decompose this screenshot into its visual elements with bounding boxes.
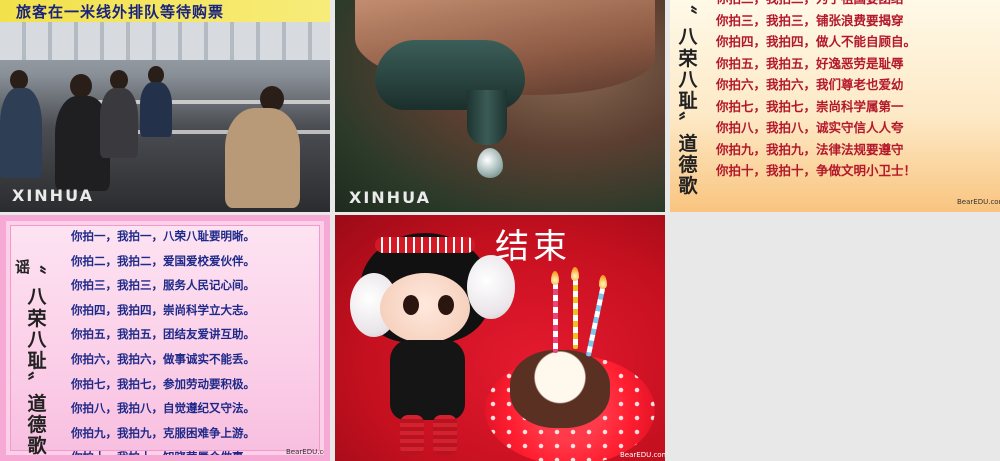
title-char: 〞 <box>27 371 47 394</box>
song-line: 你拍三，我拍三，服务人民记心间。 <box>71 278 255 293</box>
doll-face <box>380 273 470 343</box>
song-line: 你拍三，我拍三，铺张浪费要揭穿 <box>716 12 904 28</box>
title-char: 八 <box>27 328 47 351</box>
station-ceiling <box>0 22 330 60</box>
title-char: 〞 <box>678 111 698 134</box>
doll-leg <box>400 415 424 455</box>
song-line: 你拍八，我拍八，诚实守信人人夸 <box>716 120 904 135</box>
song-line: 你拍七，我拍七，崇尚科学属第一 <box>716 98 904 114</box>
faucet-spout <box>467 90 507 145</box>
title-char: 荣 <box>27 307 47 330</box>
candle <box>553 283 558 353</box>
caption-banner: 旅客在一米线外排队等待购票 <box>0 0 330 22</box>
song-panel: 谣 〝八荣八耻〞道德歌 你拍一，我拍一，八荣八耻要明晰。 你拍二，我拍二，爱国爱校… <box>10 225 324 455</box>
doll-headband <box>375 237 475 253</box>
title-char: 歌 <box>678 175 698 198</box>
candle <box>573 279 578 349</box>
title-char: 〝 <box>678 5 698 27</box>
candle-flame <box>571 267 579 281</box>
song-line: 你拍二，我拍二，爱国爱校爱伙伴。 <box>71 253 255 268</box>
title-char: 歌 <box>27 435 47 458</box>
title-char: 八 <box>678 26 698 49</box>
xinhua-watermark: XINHUA <box>349 188 431 207</box>
song-line: 你拍十，我拍十，知晓荣辱会做事。 <box>71 450 255 461</box>
title-char: 八 <box>678 68 698 91</box>
site-logo: BearEDU.com <box>957 198 1000 206</box>
song-title-vertical: 〝八荣八耻〞道德歌 <box>676 5 700 198</box>
person <box>225 108 300 208</box>
song-full-slide[interactable]: 谣 〝八荣八耻〞道德歌 你拍一，我拍一，八荣八耻要明晰。 你拍二，我拍二，爱国爱校… <box>0 215 330 461</box>
song-line: 你拍十，我拍十，争做文明小卫士！ <box>716 163 917 178</box>
song-line: 你拍六，我拍六，做事诚实不能丢。 <box>71 351 255 366</box>
song-line: 你拍八，我拍八，自觉遵纪又守法。 <box>71 401 255 416</box>
doll-eye <box>403 295 419 315</box>
song-lines: 你拍二，我拍二，为了祖国要团结你拍三，我拍三，铺张浪费要揭穿你拍四，我拍四，做人… <box>716 0 916 182</box>
donut-cake <box>510 350 610 428</box>
title-char: 耻 <box>678 90 698 113</box>
song-line: 你拍七，我拍七，参加劳动要积极。 <box>71 376 255 391</box>
song-line: 你拍四，我拍四，做人不能自顾自。 <box>716 34 917 49</box>
song-line: 你拍二，我拍二，为了祖国要团结 <box>716 0 916 10</box>
end-slide[interactable]: 结束 BearEDU.com <box>335 215 665 461</box>
title-char: 德 <box>678 153 698 176</box>
doll-body <box>390 340 465 420</box>
doll-leg <box>433 415 457 455</box>
water-drop <box>477 148 503 178</box>
title-char: 〝 <box>27 265 47 287</box>
person-head <box>10 70 28 90</box>
song-line: 你拍一，我拍一，八荣八耻要明晰。 <box>71 229 255 243</box>
title-char: 德 <box>27 413 47 436</box>
person <box>100 88 138 158</box>
doll-earmuff <box>467 255 515 319</box>
song-line: 你拍五，我拍五，团结友爱讲互助。 <box>71 327 255 342</box>
faucet-photo-slide[interactable]: XINHUA <box>335 0 665 212</box>
candle-flame <box>599 275 607 289</box>
title-char: 荣 <box>678 47 698 70</box>
title-char: 道 <box>678 132 698 155</box>
site-logo: BearEDU.com <box>620 451 665 459</box>
song-part-slide[interactable]: 〝八荣八耻〞道德歌 你拍二，我拍二，为了祖国要团结你拍三，我拍三，铺张浪费要揭穿… <box>670 0 1000 212</box>
song-line: 你拍九，我拍九，法律法规要遵守 <box>716 141 904 157</box>
candle <box>585 287 606 357</box>
end-title: 结束 <box>495 227 571 267</box>
person-head <box>70 74 92 98</box>
song-line: 你拍五，我拍五，好逸恶劳是耻辱 <box>716 55 904 71</box>
site-logo: BearEDU.com <box>286 448 330 456</box>
song-lines: 你拍一，我拍一，八荣八耻要明晰。 你拍二，我拍二，爱国爱校爱伙伴。 你拍三，我拍三，… <box>71 224 255 461</box>
title-char: 八 <box>27 286 47 309</box>
song-line: 你拍四，我拍四，崇尚科学立大志。 <box>71 302 255 317</box>
song-line: 你拍九，我拍九，克服困难争上游。 <box>71 425 255 440</box>
person-head <box>110 70 128 90</box>
person <box>140 82 172 137</box>
queue-photo-slide[interactable]: 旅客在一米线外排队等待购票 XINHUA <box>0 0 330 212</box>
title-char: 耻 <box>27 350 47 373</box>
caption-text: 旅客在一米线外排队等待购票 <box>16 3 225 21</box>
title-char: 道 <box>27 392 47 415</box>
person <box>0 88 42 178</box>
song-line: 你拍六，我拍六，我们尊老也爱幼 <box>716 77 904 92</box>
candle-flame <box>551 271 559 285</box>
doll-eye <box>438 295 454 315</box>
song-title-vertical: 〝八荣八耻〞道德歌 <box>25 265 49 458</box>
xinhua-watermark: XINHUA <box>12 186 94 205</box>
